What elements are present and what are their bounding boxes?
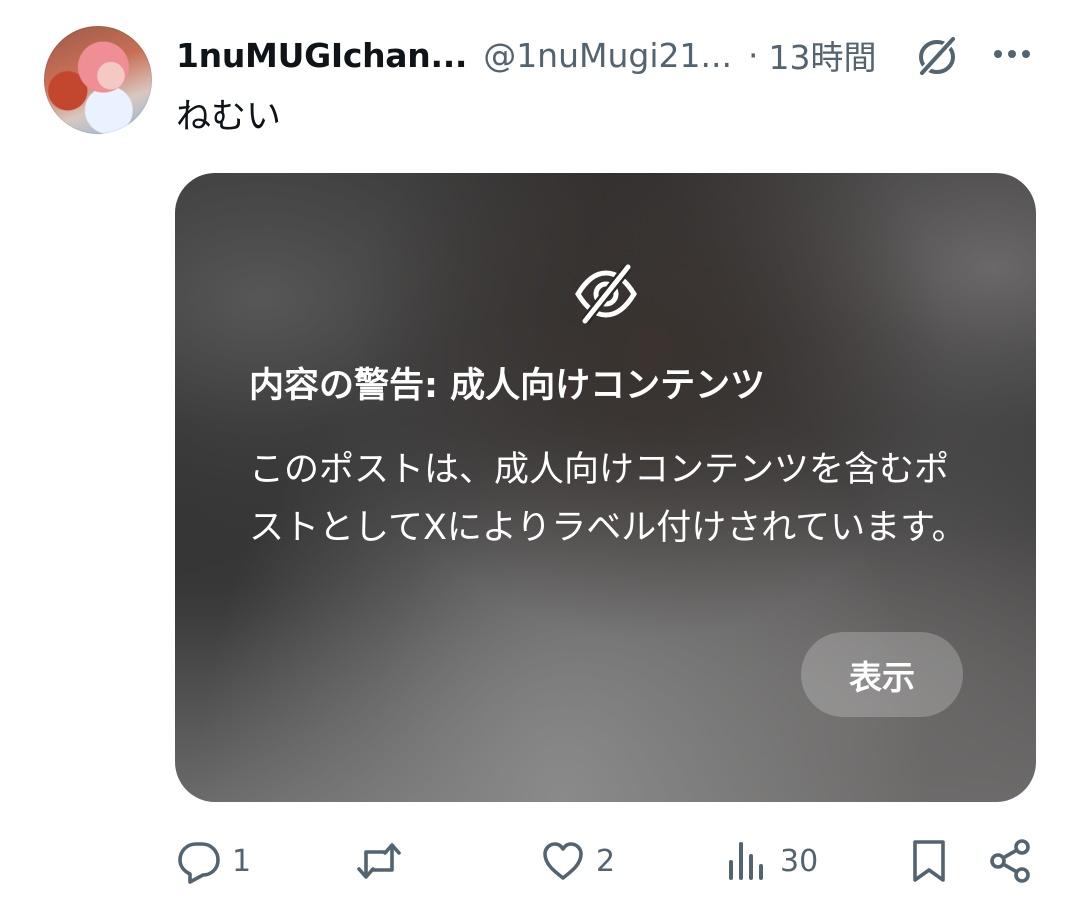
user-handle[interactable]: @1nuMugi21... [483, 36, 732, 75]
bookmark-icon [913, 840, 945, 882]
action-bar: 1 2 30 [0, 830, 1080, 890]
views-button[interactable]: 30 [724, 838, 818, 884]
repost-icon [357, 843, 401, 879]
display-name[interactable]: 1nuMUGIchan... [176, 36, 467, 75]
repost-button[interactable] [356, 838, 412, 884]
eye-slash-icon [575, 263, 637, 325]
grok-icon[interactable] [914, 32, 962, 80]
avatar[interactable] [44, 26, 152, 134]
more-icon[interactable] [990, 32, 1034, 76]
like-icon [543, 842, 583, 880]
reply-icon [178, 842, 220, 884]
warning-body: このポストは、成人向けコンテンツを含むポストとしてXによりラベル付けされています… [249, 450, 967, 548]
like-count: 2 [596, 843, 616, 879]
warning-title: 内容の警告: 成人向けコンテンツ [249, 366, 766, 406]
like-button[interactable]: 2 [540, 838, 615, 884]
post-header: 1nuMUGIchan... @1nuMugi21... · 13時間 [176, 30, 876, 80]
bookmark-button[interactable] [906, 838, 952, 884]
post-time[interactable]: 13時間 [768, 31, 876, 79]
views-count: 30 [780, 843, 819, 879]
reply-count: 1 [232, 843, 252, 879]
sensitive-media-card: 内容の警告: 成人向けコンテンツ このポストは、成人向けコンテンツを含むポストと… [175, 173, 1036, 802]
share-icon [990, 839, 1030, 883]
reply-button[interactable]: 1 [176, 838, 251, 884]
post-text: ねむい [176, 97, 282, 137]
separator-dot: · [747, 35, 759, 75]
share-button[interactable] [988, 838, 1034, 884]
views-icon [729, 842, 763, 880]
show-button[interactable]: 表示 [801, 632, 963, 717]
